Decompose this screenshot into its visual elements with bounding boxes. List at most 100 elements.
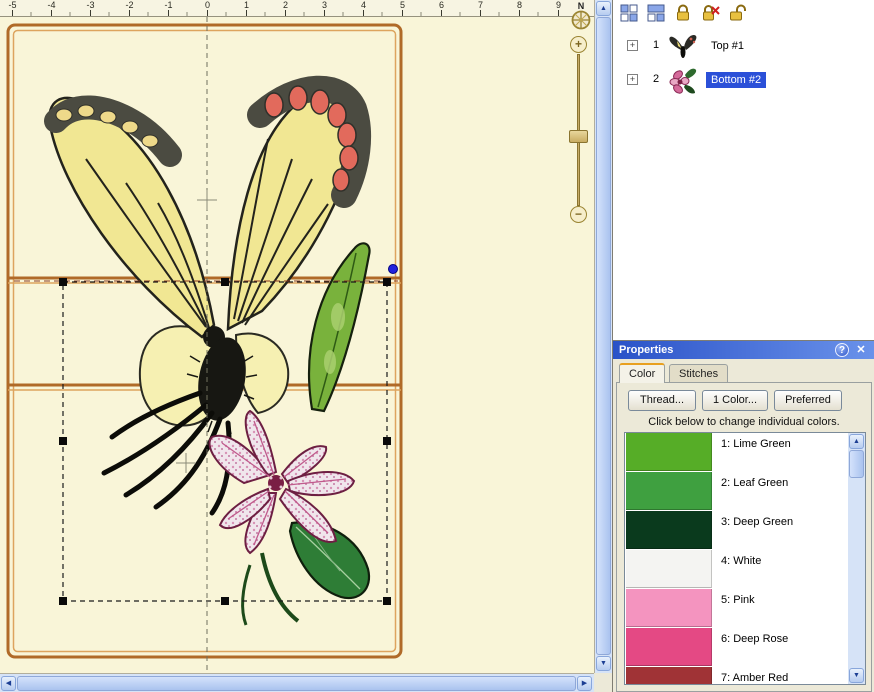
canvas-region: -5-4-3-2-10123456789 — [0, 0, 612, 692]
scroll-up-icon: ▲ — [600, 5, 607, 12]
zoom-out-button[interactable]: − — [570, 206, 587, 223]
selection-handle[interactable] — [383, 437, 391, 445]
tab-stitches[interactable]: Stitches — [669, 364, 728, 383]
selection-handle[interactable] — [59, 597, 67, 605]
color-swatch[interactable] — [626, 433, 712, 471]
expand-toggle[interactable]: + — [627, 74, 638, 85]
color-swatch[interactable] — [626, 472, 712, 510]
scrollbar-corner — [594, 673, 612, 692]
scroll-left-icon: ◀ — [6, 680, 11, 687]
color-swatch[interactable] — [626, 511, 712, 549]
scroll-down-icon: ▼ — [600, 660, 607, 667]
selection-handle[interactable] — [221, 597, 229, 605]
design-canvas[interactable] — [0, 17, 594, 673]
ruler-tick: 6 — [441, 10, 442, 16]
object-number: 1 — [653, 39, 659, 51]
scroll-right-icon: ▶ — [582, 680, 587, 687]
zoom-in-button[interactable]: + — [570, 36, 587, 53]
object-row-top[interactable]: + 1 Top #1 — [613, 30, 874, 64]
one-color-button[interactable]: 1 Color... — [702, 390, 768, 411]
color-list: 1: Lime Green 2: Leaf Green 3: Deep Gree… — [624, 432, 866, 685]
lock-closed-icon[interactable] — [673, 3, 693, 23]
selection-handle[interactable] — [383, 597, 391, 605]
ruler-tick: 0 — [207, 10, 208, 16]
color-swatch[interactable] — [626, 667, 712, 685]
selection-handle[interactable] — [383, 278, 391, 286]
color-scroll-thumb[interactable] — [849, 450, 864, 478]
help-icon: ? — [839, 345, 845, 356]
ruler-tick: -3 — [90, 10, 91, 16]
scroll-right-button[interactable]: ▶ — [577, 676, 592, 691]
close-icon: ✕ — [856, 344, 865, 356]
embroidery-design[interactable] — [49, 86, 369, 625]
color-label: 5: Pink — [721, 594, 755, 606]
horizontal-ruler: -5-4-3-2-10123456789 — [0, 0, 594, 17]
lock-delete-icon[interactable] — [700, 3, 720, 23]
color-label: 2: Leaf Green — [721, 477, 788, 489]
horizontal-scroll-thumb[interactable] — [17, 676, 576, 691]
ruler-tick: -1 — [168, 10, 169, 16]
rotation-point[interactable] — [389, 265, 398, 274]
color-row[interactable]: 3: Deep Green — [625, 511, 865, 550]
properties-window: Properties ? ✕ Color Stitches Thread... … — [613, 340, 874, 692]
arrange-large-icon[interactable] — [646, 3, 666, 23]
object-thumbnail-flower — [667, 65, 699, 97]
zoom-out-glyph: − — [575, 207, 582, 221]
ruler-tick: -5 — [12, 10, 13, 16]
expand-icon: + — [630, 40, 635, 50]
vertical-scroll-thumb[interactable] — [596, 17, 611, 655]
object-label[interactable]: Top #1 — [706, 38, 749, 54]
color-row[interactable]: 4: White — [625, 550, 865, 589]
expand-icon: + — [630, 74, 635, 84]
selection-handle[interactable] — [221, 278, 229, 286]
ruler-tick: -4 — [51, 10, 52, 16]
selection-handle[interactable] — [59, 278, 67, 286]
thread-button[interactable]: Thread... — [628, 390, 696, 411]
color-label: 3: Deep Green — [721, 516, 793, 528]
object-label[interactable]: Bottom #2 — [706, 72, 766, 88]
color-label: 4: White — [721, 555, 761, 567]
color-label: 7: Amber Red — [721, 672, 788, 684]
ruler-tick: 8 — [519, 10, 520, 16]
color-hint-text: Click below to change individual colors. — [617, 416, 871, 428]
ruler-tick: 9 — [558, 10, 559, 16]
color-row[interactable]: 5: Pink — [625, 589, 865, 628]
scroll-left-button[interactable]: ◀ — [1, 676, 16, 691]
scroll-down-button[interactable]: ▼ — [849, 668, 864, 683]
color-swatch[interactable] — [626, 589, 712, 627]
ruler-tick: 7 — [480, 10, 481, 16]
arrange-small-icon[interactable] — [619, 3, 639, 23]
color-label: 1: Lime Green — [721, 438, 791, 450]
zoom-slider-handle[interactable] — [569, 130, 588, 143]
horizontal-scrollbar[interactable]: ◀ ▶ — [0, 673, 594, 692]
scroll-down-icon: ▼ — [853, 672, 860, 679]
help-button[interactable]: ? — [835, 343, 849, 357]
scroll-up-button[interactable]: ▲ — [849, 434, 864, 449]
compass-icon[interactable]: N — [566, 0, 598, 32]
selection-handle[interactable] — [59, 437, 67, 445]
ruler-tick: 3 — [324, 10, 325, 16]
objects-toolbar — [619, 3, 747, 25]
color-swatch[interactable] — [626, 628, 712, 666]
object-thumbnail-butterfly — [667, 31, 699, 63]
expand-toggle[interactable]: + — [627, 40, 638, 51]
object-row-bottom[interactable]: + 2 Bottom #2 — [613, 64, 874, 98]
ruler-tick: -2 — [129, 10, 130, 16]
embroidery-workspace[interactable] — [0, 17, 594, 673]
color-row[interactable]: 6: Deep Rose — [625, 628, 865, 667]
color-list-scrollbar[interactable]: ▲ ▼ — [848, 433, 865, 684]
color-swatch[interactable] — [626, 550, 712, 588]
lock-open-icon[interactable] — [727, 3, 747, 23]
vertical-scrollbar[interactable]: ▲ ▼ — [594, 0, 612, 673]
color-row[interactable]: 2: Leaf Green — [625, 472, 865, 511]
preferred-button[interactable]: Preferred — [774, 390, 842, 411]
properties-title: Properties — [619, 344, 673, 356]
scroll-up-button[interactable]: ▲ — [596, 1, 611, 16]
color-row[interactable]: 7: Amber Red — [625, 667, 865, 685]
scroll-down-button[interactable]: ▼ — [596, 656, 611, 671]
tab-color[interactable]: Color — [619, 363, 665, 383]
color-row[interactable]: 1: Lime Green — [625, 433, 865, 472]
color-tab-page: Thread... 1 Color... Preferred Click bel… — [616, 382, 872, 692]
color-label: 6: Deep Rose — [721, 633, 788, 645]
close-button[interactable]: ✕ — [853, 342, 869, 358]
